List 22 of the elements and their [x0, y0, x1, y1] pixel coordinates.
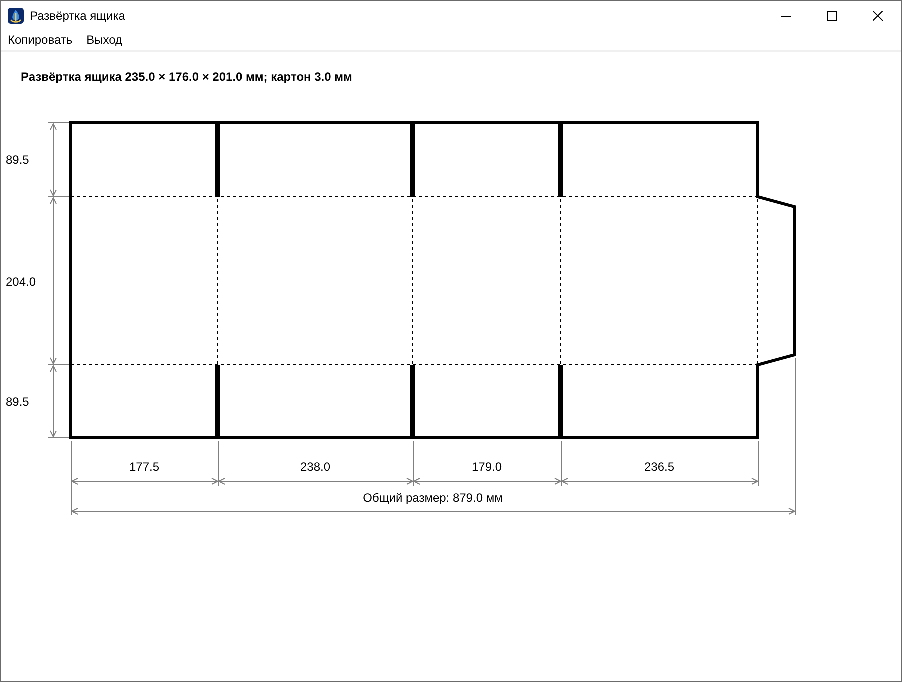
- dimension-label: 177.5: [129, 460, 160, 474]
- dimension-label: 238.0: [300, 460, 331, 474]
- app-icon: [8, 8, 24, 24]
- window-title: Развёртка ящика: [30, 8, 126, 25]
- dimension-label: Общий размер: 879.0 мм: [363, 491, 503, 505]
- extension-line: [48, 196, 70, 198]
- extension-line: [561, 440, 562, 486]
- dimension-label: 179.0: [472, 460, 502, 474]
- dimension-label: 89.5: [6, 153, 30, 167]
- drawing-heading: Развёртка ящика 235.0 × 176.0 × 201.0 мм; картон 3.0 мм: [21, 69, 352, 85]
- dimension-label: 89.5: [6, 395, 30, 409]
- extension-line: [48, 122, 70, 124]
- dimension-label: 204.0: [6, 275, 36, 289]
- extension-line: [758, 440, 759, 486]
- menu-item[interactable]: Выход: [80, 31, 130, 50]
- close-icon: [873, 11, 883, 21]
- maximize-icon: [827, 11, 837, 21]
- menu-item[interactable]: Копировать: [1, 31, 80, 50]
- dimension-label: 236.5: [644, 460, 675, 474]
- extension-line: [48, 364, 70, 366]
- extension-line: [413, 440, 414, 486]
- extension-line: [218, 440, 219, 486]
